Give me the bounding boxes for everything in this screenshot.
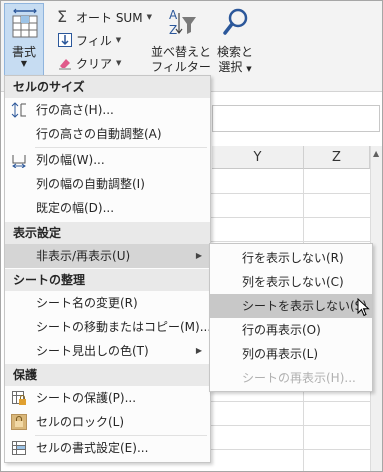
menu-item-autofit-row-height[interactable]: 行の高さの自動調整(A): [5, 122, 210, 146]
grid-line: [210, 241, 372, 242]
submenu-item-hide-columns[interactable]: 列を表示しない(C): [210, 270, 372, 294]
menu-item-label: 列の幅の自動調整(I): [36, 177, 145, 191]
sort-filter-button[interactable]: A Z 並べ替えと フィルター ▼: [151, 5, 212, 88]
hide-unhide-submenu: 行を表示しない(R) 列を表示しない(C) シートを表示しない(S) 行の再表示…: [209, 243, 373, 392]
find-select-label-line2: 選択: [218, 60, 243, 74]
section-organize-sheets: シートの整理: [5, 269, 210, 291]
menu-item-protect-sheet[interactable]: シートの保護(P)...: [5, 386, 210, 410]
protect-sheet-icon: [11, 390, 27, 406]
sort-filter-label-line1: 並べ替えと: [151, 45, 212, 59]
menu-item-label: シート名の変更(R): [36, 296, 138, 310]
svg-text:Z: Z: [169, 23, 177, 37]
menu-item-label: 列の幅(W)...: [36, 153, 105, 167]
menu-item-label: セルの書式設定(E)...: [36, 441, 149, 455]
format-grid-icon: [12, 8, 38, 41]
section-cell-size: セルのサイズ: [5, 76, 210, 98]
row-height-icon: [11, 102, 27, 118]
format-button-label: 書式: [11, 45, 36, 59]
find-select-label-line1: 検索と: [216, 45, 253, 59]
grid-line: [210, 193, 372, 194]
clear-button[interactable]: クリア ▼: [57, 53, 121, 73]
lock-icon: [11, 414, 27, 430]
grid-line: [210, 425, 372, 426]
scroll-up-icon[interactable]: ▲: [373, 149, 379, 158]
menu-item-row-height[interactable]: 行の高さ(H)...: [5, 98, 210, 122]
menu-item-autofit-column-width[interactable]: 列の幅の自動調整(I): [5, 172, 210, 196]
menu-item-format-cells[interactable]: セルの書式設定(E)...: [5, 436, 210, 460]
find-select-label: 検索と 選択 ▼: [215, 45, 255, 77]
menu-item-label: 行の高さの自動調整(A): [36, 127, 162, 141]
format-menu: セルのサイズ 行の高さ(H)... 行の高さの自動調整(A) 列の幅(W)...…: [4, 75, 211, 463]
eraser-icon: [57, 55, 73, 71]
menu-item-label: 行の高さ(H)...: [36, 103, 114, 117]
mouse-pointer-icon: [357, 297, 370, 320]
svg-text:A: A: [169, 8, 178, 22]
autosum-button[interactable]: Σ オート SUM ▼: [57, 7, 152, 27]
menu-item-default-width[interactable]: 既定の幅(D)...: [5, 196, 210, 220]
submenu-item-hide-sheet[interactable]: シートを表示しない(S): [210, 294, 372, 318]
menu-item-hide-unhide[interactable]: 非表示/再表示(U) ▶: [5, 244, 210, 268]
menu-item-lock-cell[interactable]: セルのロック(L): [5, 410, 210, 434]
sort-filter-label-line2: フィルター: [151, 60, 211, 74]
chevron-right-icon: ▶: [195, 251, 202, 260]
section-visibility: 表示設定: [5, 222, 210, 244]
submenu-item-hide-rows[interactable]: 行を表示しない(R): [210, 246, 372, 270]
find-select-button[interactable]: 検索と 選択 ▼: [215, 5, 255, 75]
magnifier-icon: [222, 7, 250, 40]
submenu-item-unhide-sheet: シートの再表示(H)...: [242, 371, 356, 385]
menu-item-label: シートの移動またはコピー(M)...: [36, 320, 212, 334]
chevron-down-icon: ▼: [115, 36, 122, 44]
chevron-down-icon: ▼: [116, 59, 122, 67]
menu-item-rename-sheet[interactable]: シート名の変更(R): [5, 291, 210, 315]
menu-item-move-copy-sheet[interactable]: シートの移動またはコピー(M)...: [5, 315, 212, 339]
submenu-item-unhide-rows[interactable]: 行の再表示(O): [210, 318, 372, 342]
format-button[interactable]: 書式 ▼: [4, 3, 44, 77]
grid-line: [210, 449, 372, 450]
menu-item-tab-color[interactable]: シート見出しの色(T) ▶: [5, 339, 210, 363]
fill-label: フィル: [76, 33, 112, 48]
clear-label: クリア: [76, 56, 113, 71]
sort-filter-icon: A Z: [167, 7, 197, 44]
fill-down-icon: [57, 32, 73, 48]
format-cells-icon: [11, 440, 27, 456]
fill-button[interactable]: フィル ▼: [57, 30, 121, 50]
chevron-down-icon: ▼: [20, 59, 28, 68]
section-protection: 保護: [5, 364, 210, 386]
menu-item-column-width[interactable]: 列の幅(W)...: [5, 148, 210, 172]
sigma-icon: Σ: [57, 7, 68, 26]
menu-item-label: セルのロック(L): [36, 415, 125, 429]
column-header-z[interactable]: Z: [304, 146, 370, 169]
menu-item-label: シート見出しの色(T): [36, 344, 149, 358]
chevron-down-icon: ▼: [246, 65, 252, 73]
grid-line: [210, 217, 372, 218]
menu-item-label: シートの保護(P)...: [36, 391, 137, 405]
menu-item-label: 非表示/再表示(U): [36, 249, 131, 263]
column-width-icon: [11, 152, 27, 169]
chevron-right-icon: ▶: [195, 346, 202, 355]
menu-item-label: 既定の幅(D)...: [36, 201, 115, 215]
formula-input[interactable]: [212, 105, 380, 132]
autosum-label: オート SUM: [76, 10, 143, 25]
column-header-y[interactable]: Y: [212, 146, 304, 169]
grid-line: [210, 401, 372, 402]
submenu-item-unhide-columns[interactable]: 列の再表示(L): [210, 342, 372, 366]
